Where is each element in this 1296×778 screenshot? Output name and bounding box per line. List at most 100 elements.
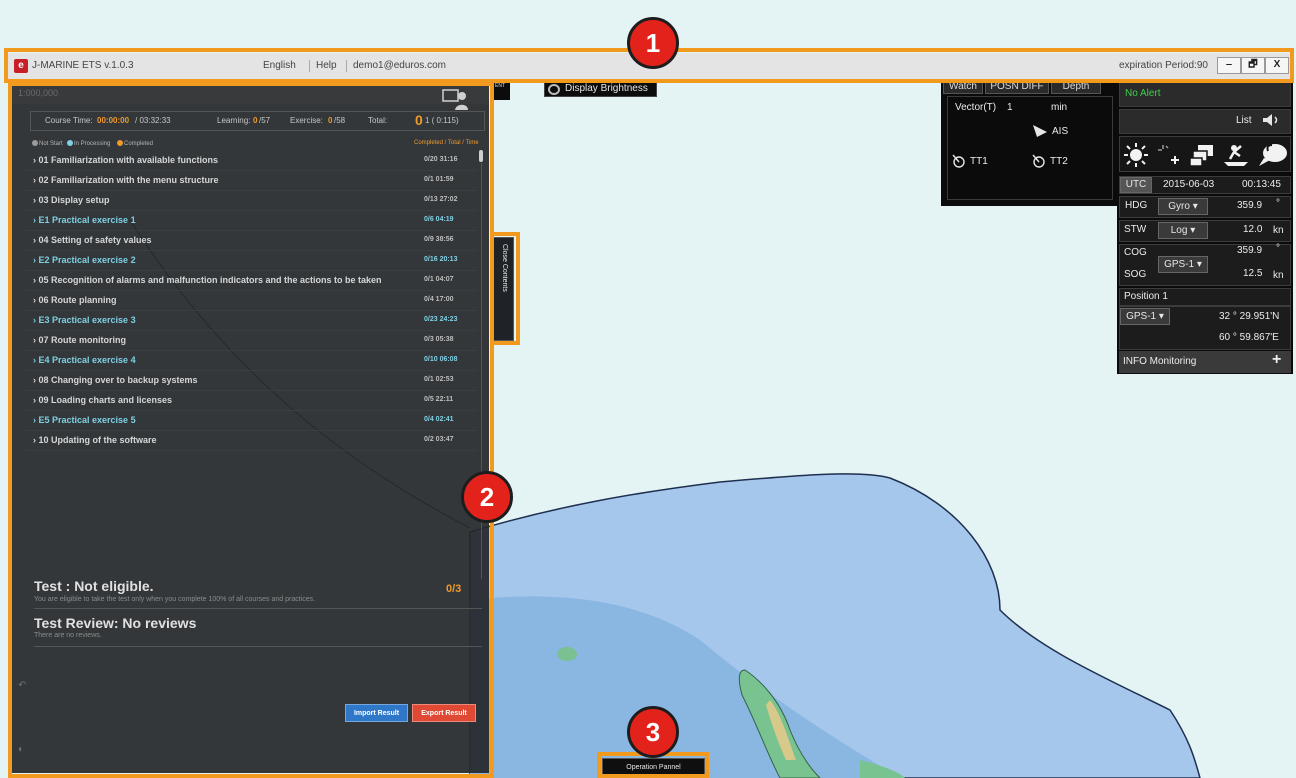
latitude-value: 32 ° 29.951'N xyxy=(1219,311,1280,322)
lesson-row[interactable]: › 07 Route monitoring 0/3 05:38 xyxy=(26,331,477,351)
operation-panel-button[interactable]: Operation Pannel xyxy=(602,758,705,776)
chat-bubble-icon[interactable] xyxy=(1258,142,1288,168)
lesson-title: › 01 Familiarization with available func… xyxy=(33,155,219,165)
stw-value: 12.0 xyxy=(1243,224,1263,235)
lesson-title: › 08 Changing over to backup systems xyxy=(33,375,198,385)
total-label: Total: xyxy=(368,116,388,125)
brightness-adjust-icon[interactable] xyxy=(1155,142,1181,168)
course-statistics: Course Time: 00:00:00 / 03:32:33 Learnin… xyxy=(30,111,485,131)
toolbar-ghost-icon: ◐ xyxy=(18,744,25,755)
info-add-button[interactable]: + xyxy=(1272,351,1281,369)
lesson-row[interactable]: › 06 Route planning 0/4 17:00 xyxy=(26,291,477,311)
menu-divider xyxy=(346,60,347,72)
lesson-row[interactable]: › 01 Familiarization with available func… xyxy=(26,151,477,171)
close-button[interactable]: X xyxy=(1265,57,1289,74)
sound-icon[interactable] xyxy=(1262,113,1280,127)
hdg-value: 359.9 xyxy=(1237,200,1263,211)
alert-status: No Alert xyxy=(1125,88,1161,99)
vector-value[interactable]: 1 xyxy=(1007,102,1013,113)
lesson-row[interactable]: › E4 Practical exercise 4 0/10 06:08 xyxy=(26,351,477,371)
tt2-label: TT2 xyxy=(1050,156,1068,167)
import-result-button[interactable]: Import Result xyxy=(345,704,408,722)
callout-badge-3: 3 xyxy=(627,706,679,758)
info-monitoring-label: INFO Monitoring xyxy=(1123,356,1197,367)
man-overboard-icon[interactable] xyxy=(1222,142,1250,168)
lesson-title: › 07 Route monitoring xyxy=(33,335,126,345)
lesson-row[interactable]: › 04 Setting of safety values 0/9 38:56 xyxy=(26,231,477,251)
tab-watch[interactable]: Watch xyxy=(943,80,983,94)
position-source-select[interactable]: GPS-1 ▾ xyxy=(1120,308,1170,325)
lesson-progress: 0/20 31:16 xyxy=(424,156,458,163)
export-result-button[interactable]: Export Result xyxy=(412,704,476,722)
lesson-title: › E4 Practical exercise 4 xyxy=(33,355,136,365)
test-score: 0/3 xyxy=(446,583,462,595)
exercise-value: 0 xyxy=(328,116,333,125)
ais-target-icon[interactable] xyxy=(1032,124,1048,138)
day-mode-icon[interactable] xyxy=(1123,142,1149,168)
tab-posn-diff[interactable]: POSN DIFF xyxy=(985,80,1049,94)
lesson-progress: 0/1 02:53 xyxy=(424,376,454,383)
course-time-label: Course Time: xyxy=(45,116,93,125)
divider xyxy=(34,646,482,647)
longitude-value: 60 ° 59.867'E xyxy=(1219,332,1279,343)
list-button[interactable]: List xyxy=(1236,115,1252,126)
sog-unit: kn xyxy=(1273,270,1284,281)
sog-source-value: GPS-1 xyxy=(1164,259,1195,270)
help-menu[interactable]: Help xyxy=(316,60,337,71)
language-menu[interactable]: English xyxy=(263,60,296,71)
legend-in-processing: In Processing xyxy=(74,141,111,147)
cog-label: COG xyxy=(1124,247,1147,258)
lesson-row[interactable]: › E1 Practical exercise 1 0/6 04:19 xyxy=(26,211,477,231)
stw-source-select[interactable]: Log ▾ xyxy=(1158,222,1208,239)
position-label: Position 1 xyxy=(1124,291,1168,302)
test-eligibility-note: You are eligible to take the test only w… xyxy=(34,596,316,603)
lesson-progress: 0/9 38:56 xyxy=(424,236,454,243)
brightness-icon xyxy=(548,84,560,95)
learning-label: Learning: xyxy=(217,116,251,125)
minimize-button[interactable]: ‒ xyxy=(1217,57,1241,74)
lesson-row[interactable]: › E3 Practical exercise 3 0/23 24:23 xyxy=(26,311,477,331)
utc-time: 00:13:45 xyxy=(1242,179,1281,190)
chart-mode-button[interactable]: ENT xyxy=(490,82,510,100)
hdg-source-value: Gyro xyxy=(1168,201,1190,212)
legend-completed: Completed xyxy=(124,141,154,147)
chart-scale-label: 1:000,000 xyxy=(18,88,59,98)
lesson-list: › 01 Familiarization with available func… xyxy=(26,151,477,451)
close-contents-label: Close Contents xyxy=(501,244,508,292)
lesson-title: › E3 Practical exercise 3 xyxy=(33,315,136,325)
course-time-value: 00:00:00 xyxy=(97,116,130,125)
course-contents-panel: 1:000,000 Course Time: 00:00:00 / 03:32:… xyxy=(12,84,489,773)
legend-not-start: Not Start xyxy=(39,141,63,147)
cog-sog-source-select[interactable]: GPS-1 ▾ xyxy=(1158,256,1208,273)
lesson-row[interactable]: › 05 Recognition of alarms and malfuncti… xyxy=(26,271,477,291)
lesson-progress: 0/6 04:19 xyxy=(424,216,454,223)
restore-button[interactable]: 🗗 xyxy=(1241,57,1265,74)
display-brightness-button[interactable]: Display Brightness xyxy=(544,80,657,97)
lesson-progress: 0/23 24:23 xyxy=(424,316,458,323)
lesson-row[interactable]: › E2 Practical exercise 2 0/16 20:13 xyxy=(26,251,477,271)
scrollbar-thumb[interactable] xyxy=(479,150,483,162)
tab-depth[interactable]: Depth xyxy=(1051,80,1101,94)
tt2-target-icon[interactable] xyxy=(1031,153,1047,169)
user-account[interactable]: demo1@eduros.com xyxy=(353,60,446,71)
display-brightness-label: Display Brightness xyxy=(565,83,648,94)
hdg-source-select[interactable]: Gyro ▾ xyxy=(1158,198,1208,215)
total-value: 1 ( 0:115) xyxy=(425,116,459,125)
lesson-title: › E2 Practical exercise 2 xyxy=(33,255,136,265)
lesson-row[interactable]: › 03 Display setup 0/13 27:02 xyxy=(26,191,477,211)
lesson-progress: 0/2 03:47 xyxy=(424,436,454,443)
windows-layout-icon[interactable] xyxy=(1189,142,1215,168)
expiration-period: expiration Period:90 xyxy=(1119,60,1208,71)
lesson-row[interactable]: › E5 Practical exercise 5 0/4 02:41 xyxy=(26,411,477,431)
tt1-target-icon[interactable] xyxy=(951,153,967,169)
lesson-progress: 0/4 17:00 xyxy=(424,296,454,303)
menu-divider xyxy=(309,60,310,72)
lesson-row[interactable]: › 02 Familiarization with the menu struc… xyxy=(26,171,477,191)
lesson-row[interactable]: › 10 Updating of the software 0/2 03:47 xyxy=(26,431,477,451)
in-processing-dot-icon xyxy=(67,140,73,146)
lesson-title: › 10 Updating of the software xyxy=(33,435,157,445)
cog-value: 359.9 xyxy=(1237,245,1263,256)
lesson-progress: 0/1 01:59 xyxy=(424,176,454,183)
lesson-row[interactable]: › 08 Changing over to backup systems 0/1 … xyxy=(26,371,477,391)
lesson-row[interactable]: › 09 Loading charts and licenses 0/5 22:1… xyxy=(26,391,477,411)
